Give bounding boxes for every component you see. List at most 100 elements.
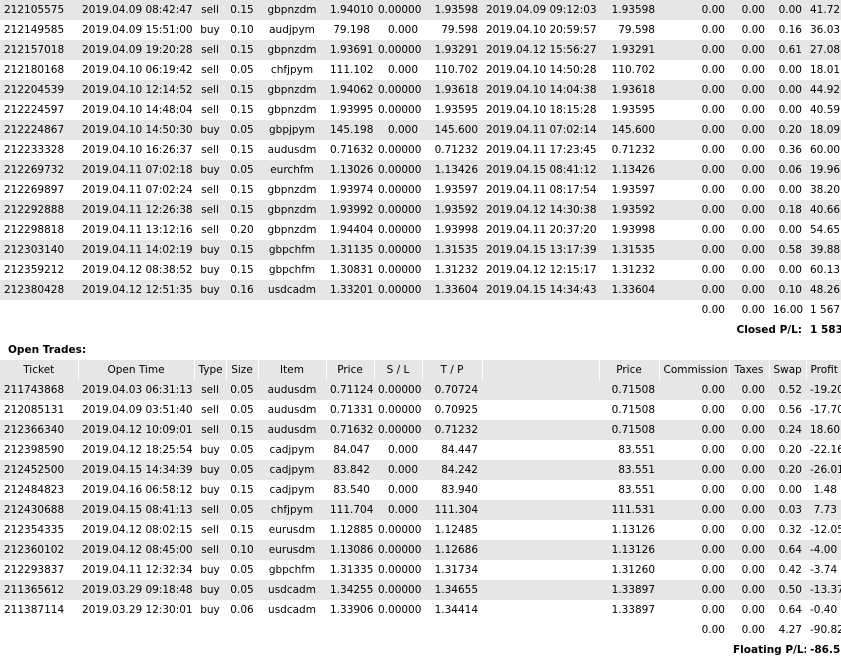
cell-close-price: 0.71508 [611, 404, 655, 416]
cell-item: chfjpym [258, 500, 326, 520]
cell-close-price: 1.93592 [599, 200, 659, 220]
cell-commission: 0.00 [701, 524, 725, 536]
cell-type: buy [200, 484, 220, 496]
closed-totals-row: 0.00 0.00 16.00 1 567.77 [0, 300, 841, 320]
cell-swap: 0.61 [769, 40, 806, 60]
cell-item: gbpnzdm [267, 224, 317, 236]
cell-taxes: 0.00 [729, 0, 769, 20]
cell-ticket: 212354335 [4, 524, 65, 536]
table-row: 212452500 2019.04.15 14:34:39 buy 0.05 cadjp… [0, 460, 841, 480]
cell-commission: 0.00 [701, 264, 725, 276]
cell-open-time: 2019.04.11 13:12:16 [82, 224, 193, 236]
cell-close-price: 83.551 [618, 444, 655, 456]
cell-sl: 0.00000 [378, 104, 422, 116]
cell-item: eurchfm [258, 160, 326, 180]
cell-type: buy [194, 580, 226, 600]
table-row: 212293837 2019.04.11 12:32:34 buy 0.05 gbpch… [0, 560, 841, 580]
cell-commission: 0.00 [659, 580, 729, 600]
cell-close-time: 2019.04.11 20:37:20 [486, 224, 597, 236]
cell-size: 0.05 [230, 564, 254, 576]
cell-size: 0.05 [226, 380, 258, 400]
cell-taxes: 0.00 [741, 224, 765, 236]
cell-profit: 60.13 [810, 264, 841, 276]
cell-price: 0.71632 [326, 420, 374, 440]
cell-price: 1.30831 [330, 264, 374, 276]
cell-close-time: 2019.04.10 14:04:38 [482, 80, 599, 100]
cell-open-time: 2019.04.15 08:41:13 [78, 500, 194, 520]
cell-type: buy [200, 604, 220, 616]
header-blank [482, 360, 600, 380]
table-row: 212085131 2019.04.09 03:51:40 sell 0.05 audu… [0, 400, 841, 420]
cell-profit: 18.60 [806, 420, 841, 440]
cell-size: 0.15 [230, 144, 254, 156]
cell-open-time: 2019.04.12 08:02:15 [82, 524, 193, 536]
cell-tp: 111.304 [422, 500, 482, 520]
cell-type: buy [194, 240, 226, 260]
cell-item: gbpjpym [258, 120, 326, 140]
cell-commission: 0.00 [659, 160, 729, 180]
statement-page: 212105575 2019.04.09 08:42:47 sell 0.15 gbpn… [0, 0, 841, 663]
cell-size: 0.15 [230, 104, 254, 116]
cell-size: 0.05 [226, 500, 258, 520]
cell-ticket: 212452500 [0, 460, 78, 480]
closed-pl-label: Closed P/L: [736, 324, 802, 336]
cell-commission: 0.00 [659, 420, 729, 440]
cell-taxes: 0.00 [729, 500, 769, 520]
cell-ticket: 212233328 [4, 144, 65, 156]
cell-tp: 1.12485 [434, 524, 478, 536]
cell-type: sell [194, 200, 226, 220]
cell-open-time: 2019.04.10 06:19:42 [82, 64, 193, 76]
table-row: 212298818 2019.04.11 13:12:16 sell 0.20 gbpn… [0, 220, 841, 240]
cell-size: 0.20 [230, 224, 254, 236]
table-row: 211387114 2019.03.29 12:30:01 buy 0.06 usdca… [0, 600, 841, 620]
cell-ticket: 212360102 [0, 540, 78, 560]
cell-taxes: 0.00 [729, 460, 769, 480]
cell-price: 1.33906 [330, 604, 374, 616]
cell-blank [482, 540, 599, 560]
cell-open-time: 2019.04.11 07:02:24 [82, 184, 193, 196]
table-row: 212157018 2019.04.09 19:20:28 sell 0.15 gbpn… [0, 40, 841, 60]
cell-type: buy [194, 460, 226, 480]
cell-taxes: 0.00 [741, 64, 765, 76]
cell-open-time: 2019.04.11 14:02:19 [78, 240, 194, 260]
cell-swap: 0.20 [769, 460, 806, 480]
cell-commission: 0.00 [701, 564, 725, 576]
cell-tp: 1.31535 [422, 240, 482, 260]
cell-price: 111.704 [326, 500, 374, 520]
cell-sl: 0.00000 [374, 200, 422, 220]
cell-tp: 83.940 [441, 484, 478, 496]
cell-commission: 0.00 [701, 144, 725, 156]
table-row: 212303140 2019.04.11 14:02:19 buy 0.15 gbpch… [0, 240, 841, 260]
cell-close-price: 1.93598 [599, 0, 659, 20]
cell-item: chfjpym [270, 64, 314, 76]
cell-price: 83.842 [326, 460, 374, 480]
cell-close-price: 1.93618 [599, 80, 659, 100]
cell-close-price: 0.71508 [599, 420, 659, 440]
open-trades-title: Open Trades: [8, 344, 87, 356]
cell-profit: 39.88 [806, 240, 841, 260]
cell-profit: 60.00 [810, 144, 841, 156]
cell-type: buy [200, 444, 220, 456]
cell-profit: 18.01 [810, 64, 841, 76]
cell-price: 1.31335 [330, 564, 374, 576]
cell-tp: 1.93592 [422, 200, 482, 220]
table-row: 212269897 2019.04.11 07:02:24 sell 0.15 gbpn… [0, 180, 841, 200]
cell-blank [482, 440, 599, 460]
table-row: 212269732 2019.04.11 07:02:18 buy 0.05 eurch… [0, 160, 841, 180]
cell-size: 0.05 [226, 160, 258, 180]
cell-item: gbpchfm [268, 564, 316, 576]
cell-profit: 18.09 [806, 120, 841, 140]
cell-profit: 38.20 [810, 184, 841, 196]
cell-profit: 40.59 [810, 104, 841, 116]
cell-item: usdcadm [258, 280, 326, 300]
cell-taxes: 0.00 [729, 160, 769, 180]
cell-open-time: 2019.03.29 12:30:01 [82, 604, 193, 616]
cell-profit: 54.65 [810, 224, 841, 236]
cell-close-time: 2019.04.15 08:41:12 [482, 160, 599, 180]
cell-sl: 0.00000 [374, 420, 422, 440]
cell-profit: 40.66 [806, 200, 841, 220]
cell-item: cadjpym [269, 444, 315, 456]
cell-ticket: 212292888 [0, 200, 78, 220]
cell-profit: 27.08 [806, 40, 841, 60]
cell-open-time: 2019.04.12 18:25:54 [82, 444, 193, 456]
